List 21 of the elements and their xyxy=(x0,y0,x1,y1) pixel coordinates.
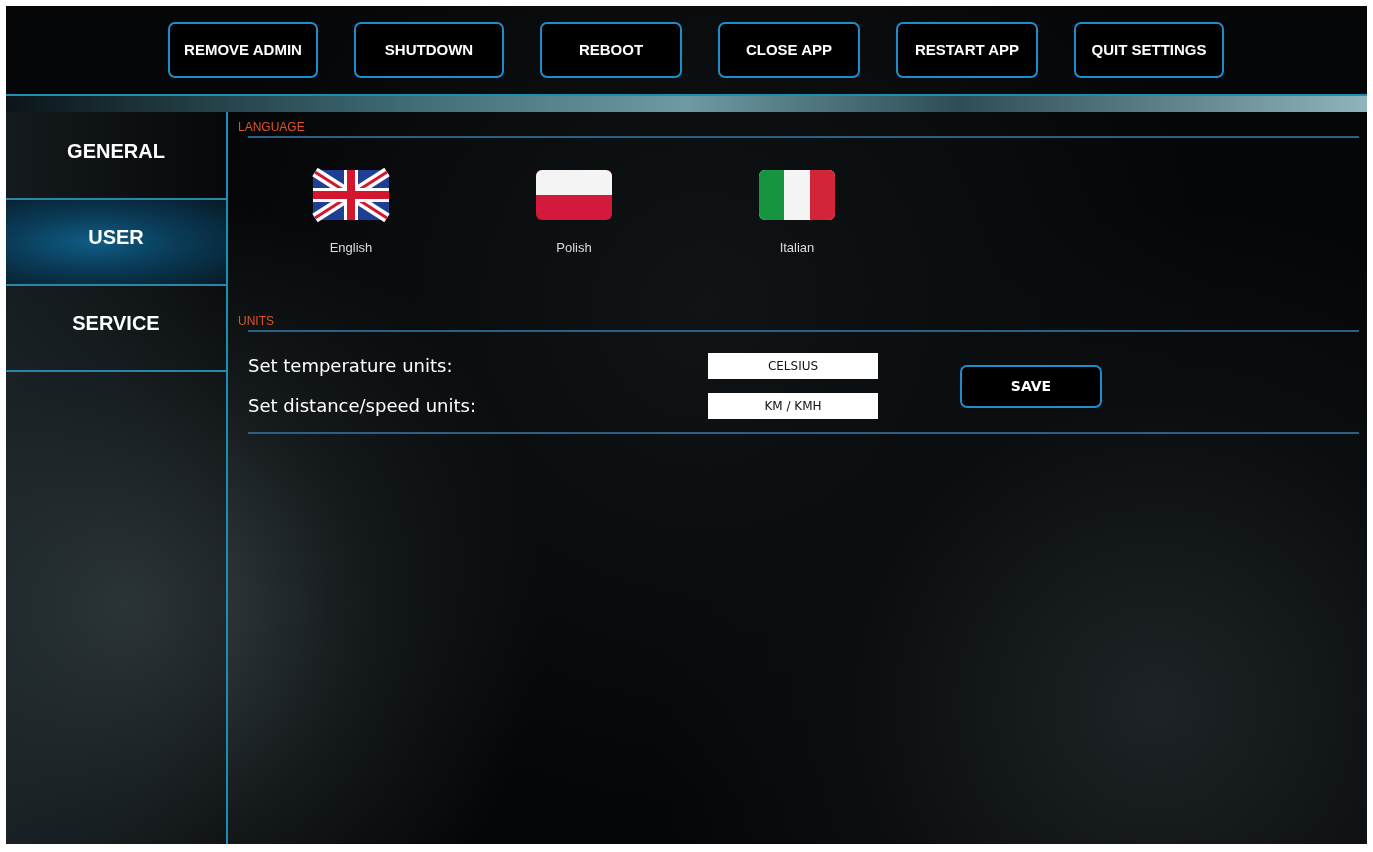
toolbar-button[interactable]: SHUTDOWN xyxy=(354,22,504,78)
section-heading: LANGUAGE xyxy=(238,119,306,136)
sidebar-item[interactable]: USER xyxy=(6,200,226,286)
language-label[interactable]: Italian xyxy=(779,238,815,258)
save-button[interactable]: SAVE xyxy=(960,364,1102,408)
flag-icon[interactable] xyxy=(311,168,391,222)
flag-icon[interactable] xyxy=(757,168,837,222)
field-label: Set temperature units: xyxy=(248,354,454,378)
toolbar-button[interactable]: REBOOT xyxy=(540,22,682,78)
section-heading: UNITS xyxy=(238,313,275,330)
language-label[interactable]: Polish xyxy=(556,238,592,258)
toolbar-button[interactable]: REMOVE ADMIN xyxy=(168,22,318,78)
toolbar-button[interactable]: QUIT SETTINGS xyxy=(1074,22,1224,78)
unit-select[interactable]: CELSIUS xyxy=(708,353,878,379)
toolbar-button[interactable]: CLOSE APP xyxy=(718,22,860,78)
field-label: Set distance/speed units: xyxy=(248,394,478,418)
toolbar-button[interactable]: RESTART APP xyxy=(896,22,1038,78)
flag-icon[interactable] xyxy=(534,168,614,222)
language-label[interactable]: English xyxy=(329,238,373,258)
unit-select[interactable]: KM / KMH xyxy=(708,393,878,419)
sidebar-item[interactable]: SERVICE xyxy=(6,286,226,372)
